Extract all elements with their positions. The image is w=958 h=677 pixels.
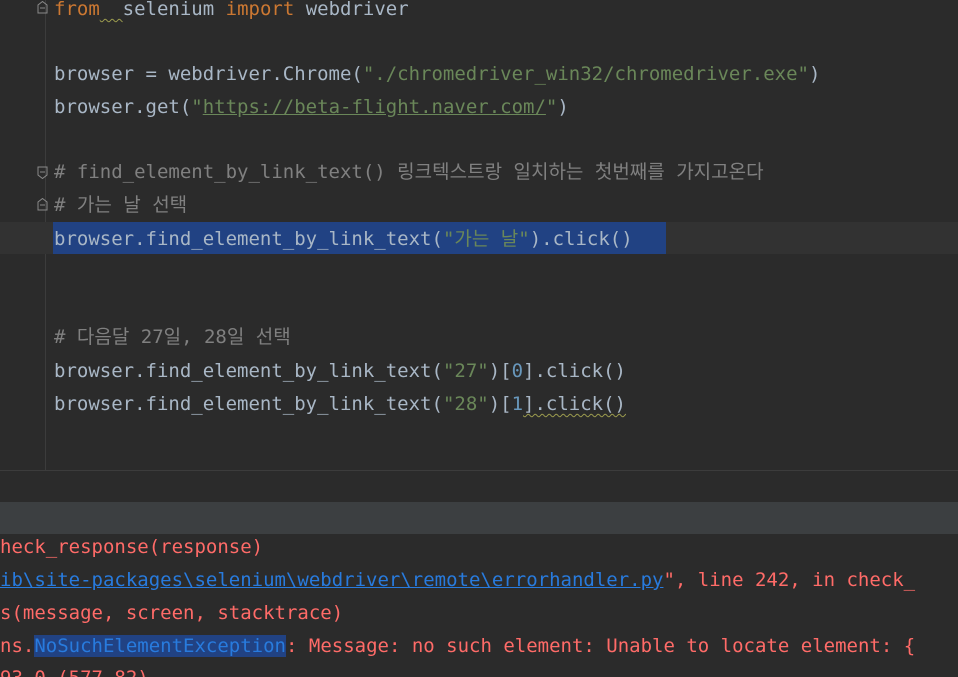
quote: " xyxy=(191,96,203,118)
number-literal: 1 xyxy=(511,393,524,415)
string-literal: "./chromedriver_win32/chromedriver.exe" xyxy=(362,63,809,85)
console-line: 93.0 (577.82) xyxy=(0,662,149,677)
console-line: ib\site-packages\selenium\webdriver\remo… xyxy=(0,564,915,596)
code-line-click-27[interactable]: browser.find_element_by_link_text("27")[… xyxy=(54,357,626,385)
console-text: ns. xyxy=(0,635,35,657)
fold-open-icon[interactable] xyxy=(37,198,48,211)
console-line: heck_response(response) xyxy=(0,536,264,558)
run-console[interactable]: heck_response(response) ib\site-packages… xyxy=(0,534,958,677)
code-text: browser.find_element_by_link_text( xyxy=(54,393,443,415)
quote: " xyxy=(545,96,558,118)
number-literal: 0 xyxy=(511,360,524,382)
code-text: browser.get( xyxy=(54,96,192,118)
fold-open-icon[interactable] xyxy=(37,1,48,14)
console-text: ", line 242, in check_ xyxy=(663,569,916,591)
code-line-browser-get[interactable]: browser.get("https://beta-flight.naver.c… xyxy=(54,93,569,121)
string-literal: "28" xyxy=(442,393,489,415)
code-line-import[interactable]: from selenium import webdriver xyxy=(54,0,409,23)
code-text: browser.find_element_by_link_text( xyxy=(54,360,443,382)
code-line-selected[interactable]: browser.find_element_by_link_text("가는 날"… xyxy=(54,225,633,253)
file-path-link[interactable]: ib\site-packages\selenium\webdriver\remo… xyxy=(0,569,663,591)
code-editor[interactable]: from selenium import webdriver browser =… xyxy=(0,0,958,470)
code-text: ].click() xyxy=(523,393,626,415)
run-panel-header[interactable] xyxy=(0,502,958,534)
code-comment[interactable]: # 가는 날 선택 xyxy=(54,191,187,219)
code-text: ) xyxy=(808,63,821,85)
code-text: browser.find_element_by_link_text( xyxy=(54,228,443,250)
import-name: webdriver xyxy=(305,0,409,20)
panel-divider[interactable] xyxy=(0,470,958,502)
code-text: browser = webdriver.Chrome( xyxy=(54,63,363,85)
string-literal: "가는 날" xyxy=(442,228,530,250)
console-line: s(message, screen, stacktrace) xyxy=(0,602,344,624)
exception-name[interactable]: NoSuchElementException xyxy=(34,635,286,657)
string-literal: "27" xyxy=(442,360,489,382)
code-text: )[ xyxy=(488,360,512,382)
fold-close-icon[interactable] xyxy=(37,166,48,179)
code-text: ) xyxy=(557,96,569,118)
console-text: : Message: no such element: Unable to lo… xyxy=(286,635,916,657)
console-line: ns.NoSuchElementException: Message: no s… xyxy=(0,630,915,662)
code-comment[interactable]: # 다음달 27일, 28일 선택 xyxy=(54,323,291,351)
code-comment[interactable]: # find_element_by_link_text() 링크텍스트랑 일치하… xyxy=(54,158,764,186)
keyword-import: import xyxy=(225,0,295,20)
code-text: ).click() xyxy=(529,228,633,250)
keyword-from: from xyxy=(54,0,100,20)
code-line-click-28[interactable]: browser.find_element_by_link_text("28")[… xyxy=(54,390,626,418)
module-name: selenium xyxy=(122,0,215,20)
code-text: )[ xyxy=(488,393,512,415)
code-text: ].click() xyxy=(523,360,626,382)
url-link[interactable]: https://beta-flight.naver.com/ xyxy=(203,96,546,118)
code-line-browser-init[interactable]: browser = webdriver.Chrome("./chromedriv… xyxy=(54,60,820,88)
